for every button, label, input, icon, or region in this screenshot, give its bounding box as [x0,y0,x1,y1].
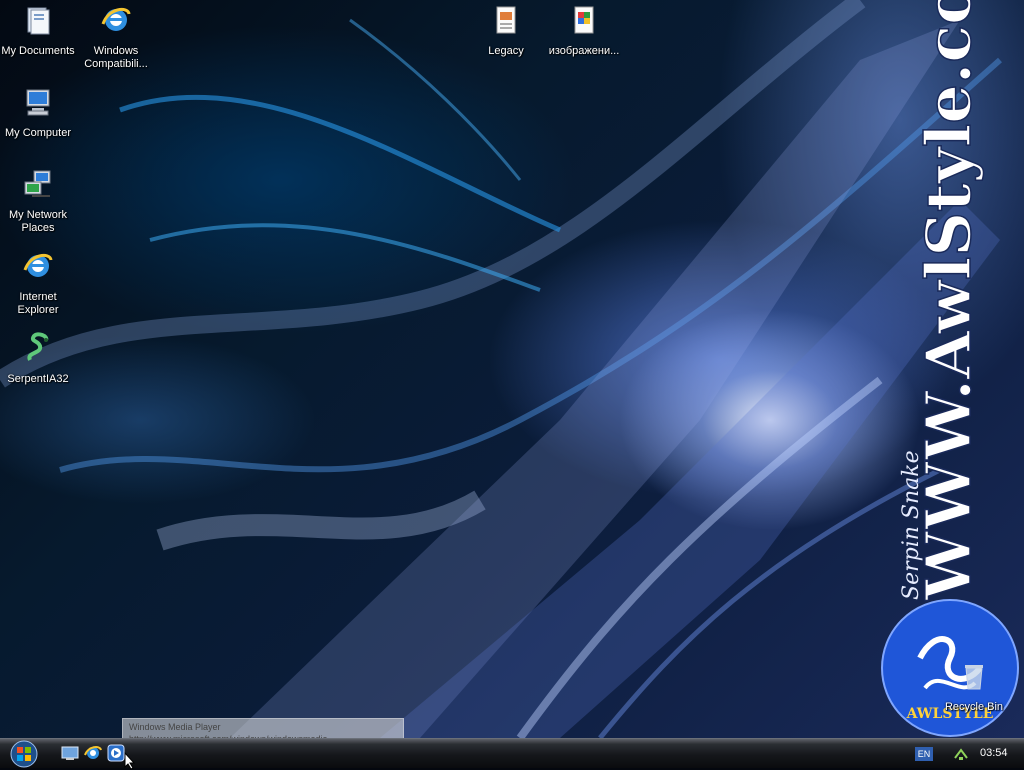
start-button[interactable] [4,740,44,768]
desktop-icon-label: Recycle Bin [944,701,1004,713]
svg-text:Serpin Snake: Serpin Snake [899,450,924,600]
desktop-icon-label: Windows Compatibili... [84,45,148,70]
desktop-icon-internet-explorer[interactable]: Internet Explorer [0,250,80,317]
desktop-icon-images[interactable]: изображени... [542,4,626,58]
desktop-icon-label: My Documents [1,45,75,57]
serpent-icon [27,332,49,361]
mouse-cursor-icon [124,752,136,770]
desktop-icon-recycle-bin[interactable]: Recycle Bin [932,660,1016,714]
desktop-icon-windows-compat[interactable]: Windows Compatibili... [74,4,158,71]
network-tray-icon[interactable] [953,746,969,762]
desktop-icon-label: Internet Explorer [17,291,59,316]
desktop-icon-legacy[interactable]: Legacy [464,4,548,58]
show-desktop-icon[interactable] [61,744,79,762]
taskbar: EN 03:54 [0,738,1024,768]
tooltip-title: Windows Media Player [129,722,221,732]
desktop-icon-serpent[interactable]: SerpentIA32 [0,332,80,386]
ie-icon [23,253,53,277]
ie-icon[interactable] [84,744,102,762]
desktop-icon-label: изображени... [548,45,620,57]
recycle-bin-icon [965,665,983,690]
desktop-icon-network[interactable]: My Network Places [0,168,80,235]
desktop[interactable]: WWW.AwlStyle.com Serpin Snake AWLSTYLE M… [0,0,1024,738]
desktop-icon-label: SerpentIA32 [7,373,69,385]
image-file-icon [574,6,594,34]
desktop-icon-label: My Computer [4,127,72,139]
ie-icon [101,7,131,31]
desktop-icon-label: My Network Places [8,209,68,234]
language-indicator[interactable]: EN [915,747,933,761]
computer-icon [26,89,50,116]
clock[interactable]: 03:54 [980,747,1008,759]
folder-documents-icon [27,7,50,35]
desktop-icon-my-documents[interactable]: My Documents [0,4,80,58]
desktop-icon-label: Legacy [488,45,524,57]
wallpaper-url-text: WWW.AwlStyle.com Serpin Snake [899,0,986,602]
document-icon [496,6,516,34]
network-icon [24,170,51,197]
media-player-icon[interactable] [107,744,125,762]
desktop-icon-my-computer[interactable]: My Computer [0,86,80,140]
